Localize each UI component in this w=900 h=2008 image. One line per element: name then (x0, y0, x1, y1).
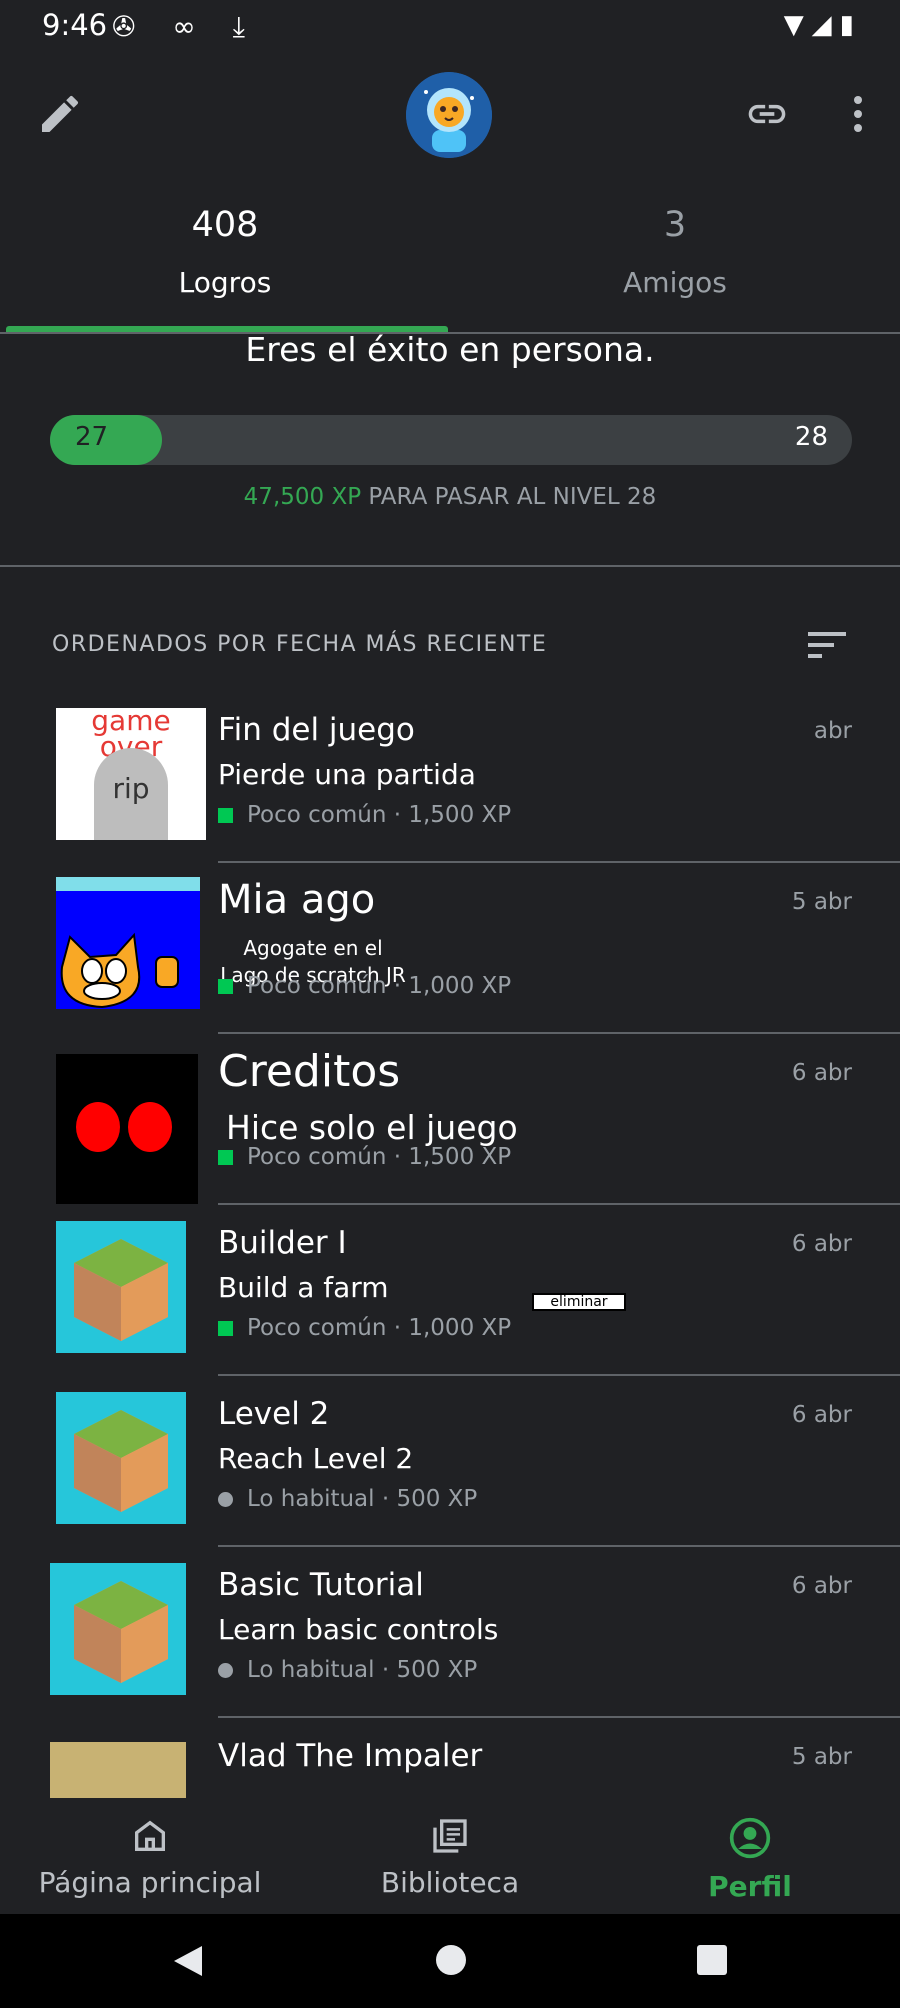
common-icon (218, 1663, 233, 1678)
achievement-title: Mia ago (218, 877, 376, 923)
tab-label: Logros (178, 266, 272, 299)
recents-icon[interactable] (694, 1942, 730, 1978)
nav-label: Perfil (708, 1870, 792, 1903)
status-time: 9:46 (42, 8, 108, 42)
achievement-thumbnail (56, 1054, 198, 1204)
xp-text: PARA PASAR AL NIVEL 28 (361, 484, 657, 510)
uncommon-icon (218, 1321, 233, 1336)
nav-label: Página principal (38, 1866, 262, 1899)
tab-label: Amigos (623, 266, 727, 299)
status-left-icons: ✇ ∞ ⤓ (112, 10, 259, 43)
achievement-date: abr (813, 718, 852, 744)
achievement-rarity: Lo habitual · 500 XP (218, 1486, 477, 1512)
achievement-rarity: Poco común · 1,000 XP (218, 1315, 511, 1341)
achievement-rarity: Poco común · 1,000 XP (218, 973, 511, 999)
common-icon (218, 1492, 233, 1507)
achievement-thumbnail (50, 1742, 186, 1798)
list-item[interactable]: Builder I Build a farm eliminar Poco com… (0, 1205, 900, 1376)
achievement-title: Builder I (218, 1225, 347, 1261)
uncommon-icon (218, 979, 233, 994)
achievement-thumbnail (56, 877, 200, 1009)
tab-amigos[interactable]: 3 Amigos (450, 198, 900, 310)
achievement-thumbnail (56, 1221, 186, 1353)
nav-profile[interactable]: Perfil (600, 1816, 900, 1903)
tab-logros[interactable]: 408 Logros (0, 198, 450, 310)
next-level: 28 (794, 422, 828, 452)
achievement-description: Reach Level 2 (218, 1442, 414, 1475)
home-circle-icon[interactable] (433, 1942, 469, 1978)
achievement-rarity: Poco común · 1,500 XP (218, 802, 511, 828)
list-item[interactable]: game over rip Fin del juego Pierde una p… (0, 692, 900, 863)
achievement-date: 5 abr (791, 1744, 852, 1770)
uncommon-icon (218, 808, 233, 823)
divider (0, 565, 900, 567)
level-progress-track (50, 415, 852, 465)
uncommon-icon (218, 1150, 233, 1165)
achievement-rarity: Lo habitual · 500 XP (218, 1657, 477, 1683)
list-item[interactable]: Creditos Hice solo el juego Poco común ·… (0, 1034, 900, 1205)
status-right-icons: ▼◢▮ (783, 10, 862, 40)
library-icon (433, 1819, 467, 1853)
xp-value: 47,500 XP (243, 484, 362, 510)
tab-count: 3 (663, 205, 687, 245)
rarity-text: Lo habitual · 500 XP (247, 1657, 478, 1683)
rarity-text: Lo habitual · 500 XP (247, 1486, 478, 1512)
more-vert-icon[interactable] (846, 92, 870, 136)
achievement-thumbnail (50, 1563, 186, 1695)
link-icon[interactable] (742, 92, 792, 136)
tab-count: 408 (191, 205, 259, 245)
nav-home[interactable]: Página principal (0, 1816, 300, 1899)
home-icon (135, 1820, 165, 1851)
achievement-description: Hice solo el juego (226, 1108, 518, 1147)
rarity-text: Poco común · 1,500 XP (247, 802, 512, 828)
nav-label: Biblioteca (380, 1866, 520, 1899)
achievement-description: Pierde una partida (218, 758, 476, 791)
achievement-title: Fin del juego (218, 712, 415, 748)
achievement-date: 6 abr (791, 1060, 852, 1086)
xp-to-next-level: 47,500 XP PARA PASAR AL NIVEL 28 (0, 484, 900, 510)
rarity-text: Poco común · 1,500 XP (247, 1144, 512, 1170)
achievement-date: 6 abr (791, 1573, 852, 1599)
achievement-date: 6 abr (791, 1402, 852, 1428)
achievement-date: 6 abr (791, 1231, 852, 1257)
sort-icon[interactable] (806, 628, 848, 662)
list-item[interactable]: Level 2 Reach Level 2 Lo habitual · 500 … (0, 1376, 900, 1547)
achievement-thumbnail: game over rip (56, 708, 206, 840)
achievement-date: 5 abr (791, 889, 852, 915)
rarity-text: Poco común · 1,000 XP (247, 1315, 512, 1341)
achievement-title: Creditos (218, 1046, 401, 1097)
list-item[interactable]: Mia ago Agogate en el Lago de scratch JR… (0, 863, 900, 1034)
achievement-thumbnail (56, 1392, 186, 1524)
achievement-title: Level 2 (218, 1396, 330, 1432)
level-tagline: Eres el éxito en persona. (245, 330, 655, 369)
rarity-text: Poco común · 1,000 XP (247, 973, 512, 999)
bottom-navigation: Página principal Biblioteca Perfil (0, 1798, 900, 1914)
nav-library[interactable]: Biblioteca (300, 1816, 600, 1899)
achievement-title: Vlad The Impaler (218, 1738, 483, 1774)
avatar[interactable] (406, 72, 492, 158)
system-nav-bar (0, 1914, 900, 2008)
list-item[interactable]: Basic Tutorial Learn basic controls Lo h… (0, 1547, 900, 1718)
achievement-description: Learn basic controls (218, 1613, 499, 1646)
eliminar-button[interactable]: eliminar (532, 1293, 626, 1311)
achievement-description: Build a farm (218, 1271, 389, 1304)
achievement-rarity: Poco común · 1,500 XP (218, 1144, 511, 1170)
list-item[interactable]: Vlad The Impaler 5 abr (0, 1718, 900, 1798)
profile-icon (729, 1817, 771, 1859)
sort-label: ORDENADOS POR FECHA MÁS RECIENTE (52, 632, 548, 657)
thumbnail-caption: rip (112, 772, 150, 805)
current-level: 27 (75, 422, 109, 452)
status-bar: 9:46 ✇ ∞ ⤓ ▼◢▮ (0, 0, 900, 58)
achievement-title: Basic Tutorial (218, 1567, 424, 1603)
edit-icon[interactable] (36, 90, 84, 138)
back-icon[interactable] (170, 1942, 208, 1980)
